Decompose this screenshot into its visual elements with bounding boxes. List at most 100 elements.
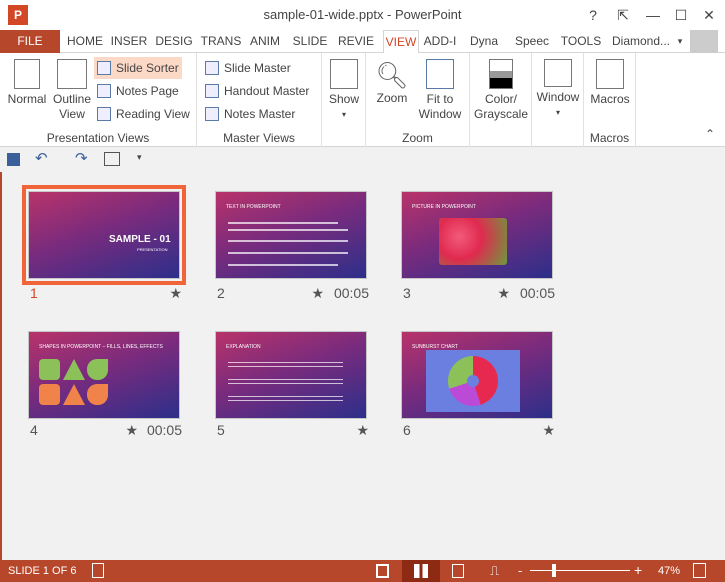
group-label: Master Views <box>223 131 295 145</box>
tab-animations[interactable]: ANIM <box>244 30 286 53</box>
slide-sorter-icon <box>97 61 111 75</box>
color-grayscale-icon <box>489 59 513 89</box>
ribbon-display-options-button[interactable]: ⇱ <box>612 5 634 25</box>
normal-view-icon <box>14 59 40 89</box>
slide-title: PICTURE IN POWERPOINT <box>412 204 476 210</box>
zoom-in-button[interactable]: + <box>634 562 642 578</box>
minimize-button[interactable]: — <box>642 5 664 25</box>
macros-button[interactable]: Macros <box>586 59 634 107</box>
tab-speech[interactable]: Speec <box>510 30 554 53</box>
ribbon-tabs: FILE HOME INSER DESIG TRANS ANIM SLIDE R… <box>0 30 725 54</box>
close-button[interactable]: ✕ <box>698 5 720 25</box>
group-master-views: Slide Master Handout Master Notes Master… <box>197 53 322 147</box>
zoom-out-button[interactable]: - <box>518 563 522 578</box>
slide-timing: 00:05 <box>333 285 369 301</box>
group-window: Window ▾ <box>532 53 584 147</box>
ribbon: Normal Outline View Slide Sorter Notes P… <box>0 53 725 147</box>
slide-master-icon <box>205 61 219 75</box>
tab-file[interactable]: FILE <box>0 30 60 53</box>
reading-view-button[interactable] <box>452 564 464 578</box>
notes-master-icon <box>205 107 219 121</box>
color-grayscale-button[interactable]: Color/ Grayscale <box>472 59 530 122</box>
group-color-grayscale: Color/ Grayscale <box>470 53 532 147</box>
account-caret-icon[interactable]: ▾ <box>674 30 686 53</box>
tab-design[interactable]: DESIG <box>153 30 195 53</box>
tab-review[interactable]: REVIE <box>336 30 376 53</box>
slide-sorter-view-button[interactable] <box>402 560 440 582</box>
slide-number: 2 <box>217 285 225 301</box>
status-bar: SLIDE 1 OF 6 ⎍ - + 47% <box>0 560 725 582</box>
sunburst-chart <box>426 350 520 412</box>
handout-master-button[interactable]: Handout Master <box>202 80 317 102</box>
show-button[interactable]: Show ▾ <box>324 59 364 122</box>
slide-title: TEXT IN POWERPOINT <box>226 204 281 210</box>
help-button[interactable]: ? <box>582 5 604 25</box>
outline-view-button[interactable]: Outline View <box>50 59 94 122</box>
tab-view[interactable]: VIEW <box>383 30 419 54</box>
animation-star-icon: ★ <box>542 422 555 438</box>
collapse-ribbon-button[interactable]: ⌃ <box>705 127 715 141</box>
zoom-slider[interactable] <box>530 570 630 571</box>
tab-add-ins[interactable]: ADD-I <box>420 30 460 53</box>
slide-number: 3 <box>403 285 411 301</box>
fit-slide-to-window-button[interactable] <box>693 563 706 578</box>
tab-slide-show[interactable]: SLIDE <box>290 30 330 53</box>
fit-to-window-button[interactable]: Fit to Window <box>414 59 466 122</box>
tab-tools[interactable]: TOOLS <box>558 30 604 53</box>
tab-insert[interactable]: INSER <box>108 30 150 53</box>
save-icon[interactable] <box>7 153 20 166</box>
group-label: Presentation Views <box>46 131 150 145</box>
slide-title: SAMPLE - 01 <box>109 234 171 245</box>
outline-view-icon <box>57 59 87 89</box>
handout-master-icon <box>205 84 219 98</box>
title-bar: P sample-01-wide.pptx - PowerPoint ? ⇱ —… <box>0 0 725 30</box>
group-macros: Macros Macros <box>584 53 636 147</box>
window-icon <box>544 59 572 87</box>
avatar[interactable] <box>690 30 718 53</box>
zoom-button[interactable]: 🔍︎ Zoom <box>370 59 414 106</box>
slide-thumbnail-6[interactable]: SUNBURST CHART <box>401 331 553 419</box>
tab-home[interactable]: HOME <box>62 30 108 53</box>
fit-to-window-icon <box>426 59 454 89</box>
group-zoom: 🔍︎ Zoom Fit to Window Zoom <box>366 53 470 147</box>
slide-sorter-pane: SAMPLE - 01 PRESENTATION 1 ★ TEXT IN POW… <box>0 172 725 560</box>
animation-star-icon: ★ <box>497 285 510 301</box>
slide-sorter-button[interactable]: Slide Sorter <box>94 57 182 79</box>
undo-icon[interactable]: ↶ <box>35 149 48 167</box>
redo-icon[interactable]: ↷ <box>75 149 88 167</box>
animation-star-icon: ★ <box>356 422 369 438</box>
tab-dyna[interactable]: Dyna <box>464 30 504 53</box>
slide-title: SHAPES IN POWERPOINT – FILLS, LINES, EFF… <box>39 344 163 350</box>
slide-title: EXPLANATION <box>226 344 261 350</box>
slide-thumbnail-3[interactable]: PICTURE IN POWERPOINT <box>401 191 553 279</box>
slide-thumbnail-5[interactable]: EXPLANATION <box>215 331 367 419</box>
zoom-slider-thumb[interactable] <box>551 564 556 577</box>
animation-star-icon: ★ <box>311 285 324 301</box>
spell-check-icon[interactable] <box>92 563 104 578</box>
normal-button[interactable]: Normal <box>5 59 49 107</box>
notes-master-button[interactable]: Notes Master <box>202 103 317 125</box>
quick-access-toolbar: ↶ ↷ ▾ <box>0 147 725 172</box>
macros-icon <box>596 59 624 89</box>
slide-master-button[interactable]: Slide Master <box>202 57 317 79</box>
account-name[interactable]: Diamond... <box>610 30 672 53</box>
normal-view-button[interactable] <box>376 564 389 578</box>
slide-thumbnail-1[interactable]: SAMPLE - 01 PRESENTATION <box>22 185 186 285</box>
slide-thumbnail-2[interactable]: TEXT IN POWERPOINT <box>215 191 367 279</box>
notes-page-icon <box>97 84 111 98</box>
reading-view-button[interactable]: Reading View <box>94 103 194 125</box>
customize-qat-icon[interactable]: ▾ <box>137 152 142 163</box>
group-show: Show ▾ <box>322 53 366 147</box>
magnifier-icon: 🔍︎ <box>375 60 409 90</box>
tulip-picture <box>439 218 507 265</box>
notes-page-button[interactable]: Notes Page <box>94 80 184 102</box>
show-icon <box>330 59 358 89</box>
window-button[interactable]: Window ▾ <box>534 59 582 120</box>
start-from-beginning-icon[interactable] <box>104 152 120 166</box>
animation-star-icon: ★ <box>169 285 182 301</box>
zoom-level[interactable]: 47% <box>658 565 680 577</box>
maximize-button[interactable]: ☐ <box>670 5 692 25</box>
slide-show-button[interactable]: ⎍ <box>490 563 499 579</box>
slide-thumbnail-4[interactable]: SHAPES IN POWERPOINT – FILLS, LINES, EFF… <box>28 331 180 419</box>
tab-transitions[interactable]: TRANS <box>200 30 242 53</box>
